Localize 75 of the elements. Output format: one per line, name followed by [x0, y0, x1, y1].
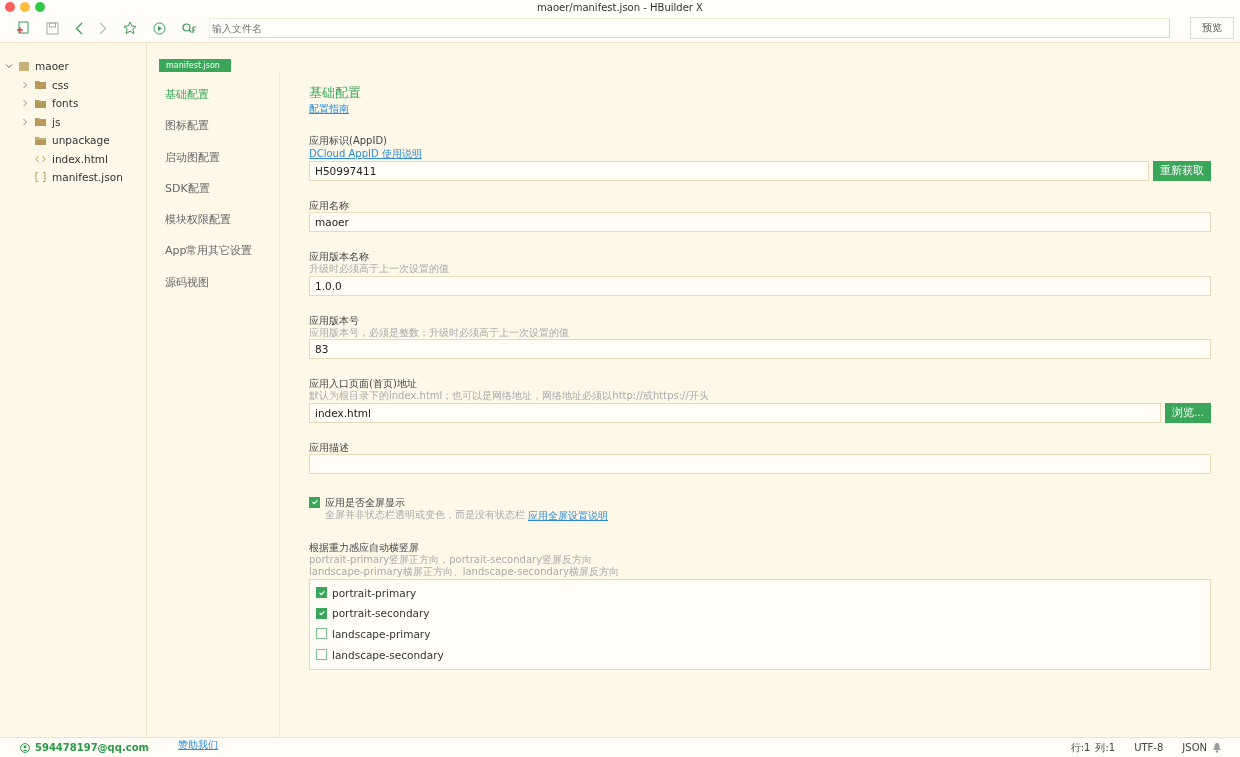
help-link[interactable]: 应用全屏设置说明: [528, 508, 608, 523]
new-file-icon[interactable]: [16, 21, 30, 35]
checkmark-icon: [317, 609, 326, 618]
checkbox[interactable]: [309, 496, 320, 508]
field-label: 根据重力感应自动横竖屏: [309, 540, 420, 554]
text-field[interactable]: [309, 453, 1211, 474]
section-title: 基础配置: [309, 85, 362, 102]
checkbox[interactable]: [316, 607, 327, 619]
checkbox-label: 应用是否全屏显示: [325, 495, 405, 509]
tree-item[interactable]: maoer: [0, 57, 146, 76]
settings-nav-item[interactable]: 图标配置: [147, 118, 279, 134]
checkbox[interactable]: [316, 587, 327, 599]
field-hint: landscape-primary横屏正方向、landscape-secondary横屏反方向: [309, 566, 621, 579]
tree-item[interactable]: js: [0, 112, 146, 131]
settings-nav-item[interactable]: 源码视图: [147, 274, 279, 290]
brackets-icon: [35, 172, 46, 183]
option-label: portrait-primary: [332, 586, 417, 599]
bell-icon[interactable]: [1212, 742, 1222, 753]
settings-nav-item[interactable]: App常用其它设置: [147, 243, 279, 259]
field-label: 应用标识(AppID): [309, 134, 388, 147]
star-icon[interactable]: [123, 21, 137, 35]
folder-icon: [35, 117, 46, 127]
sponsor-link[interactable]: 赞助我们: [177, 738, 218, 752]
option-label: landscape-primary: [332, 628, 431, 640]
maximize-window-button[interactable]: [35, 2, 45, 12]
field-label: 应用版本号: [309, 313, 360, 327]
guide-link[interactable]: 配置指南: [309, 102, 349, 116]
field-label: 应用名称: [309, 199, 350, 212]
open-folder-icon: [35, 135, 46, 145]
window-title: maoer/manifest.json - HBuilder X: [537, 1, 703, 13]
settings-nav-item[interactable]: 模块权限配置: [147, 212, 279, 228]
code-icon: [35, 154, 46, 163]
user-icon: [20, 742, 30, 753]
text-field[interactable]: H50997411: [309, 161, 1149, 181]
language-indicator[interactable]: JSON: [1182, 742, 1207, 753]
line-indicator: 行:1: [1070, 740, 1091, 755]
close-window-button[interactable]: [5, 2, 15, 12]
preview-button[interactable]: 预览: [1190, 17, 1234, 39]
tree-item[interactable]: unpackage: [0, 131, 146, 150]
text-field[interactable]: maoer: [309, 212, 1211, 232]
project-icon: [19, 61, 29, 71]
minimize-window-button[interactable]: [20, 2, 30, 12]
field-hint: portrait-primary竖屏正方向，portrait-secondary竖屏反方向: [309, 553, 594, 566]
checkmark-icon: [317, 588, 326, 597]
run-icon[interactable]: [153, 21, 166, 35]
text-field[interactable]: 1.0.0: [309, 275, 1211, 296]
text-field[interactable]: index.html: [309, 402, 1161, 423]
tree-item[interactable]: fonts: [0, 94, 146, 113]
forward-icon[interactable]: [99, 21, 107, 35]
column-indicator: 列:1: [1095, 740, 1116, 755]
text-field[interactable]: 83: [309, 339, 1211, 359]
field-hint: 全屏并非状态栏透明或变色，而是没有状态栏: [325, 509, 525, 522]
option-label: landscape-secondary: [332, 648, 444, 661]
tree-item[interactable]: manifest.json: [0, 168, 146, 187]
save-icon[interactable]: [46, 21, 59, 35]
tree-item[interactable]: index.html: [0, 149, 146, 168]
checkmark-icon: [310, 498, 319, 506]
search-icon: [182, 22, 197, 34]
field-label: 应用入口页面(首页)地址: [309, 377, 418, 390]
field-hint: 默认为根目录下的index.html；也可以是网络地址，网络地址必须以http://或https://开头: [309, 390, 710, 403]
checkbox[interactable]: [316, 628, 327, 640]
field-label: 应用版本名称: [309, 250, 370, 263]
folder-icon: [35, 80, 46, 90]
settings-nav-item[interactable]: 启动图配置: [147, 149, 279, 165]
checkbox[interactable]: [316, 649, 327, 661]
account-email[interactable]: 594478197@qq.com: [35, 742, 149, 753]
encoding-indicator[interactable]: UTF-8: [1134, 742, 1164, 753]
tree-item[interactable]: css: [0, 75, 146, 94]
option-label: portrait-secondary: [332, 607, 430, 620]
settings-nav-item[interactable]: SDK配置: [147, 180, 279, 196]
folder-icon: [35, 98, 46, 108]
field-label: 应用描述: [309, 440, 350, 454]
help-link[interactable]: DCloud AppID 使用说明: [309, 147, 422, 161]
back-icon[interactable]: [75, 21, 83, 35]
file-search-field[interactable]: 输入文件名: [209, 18, 1170, 38]
